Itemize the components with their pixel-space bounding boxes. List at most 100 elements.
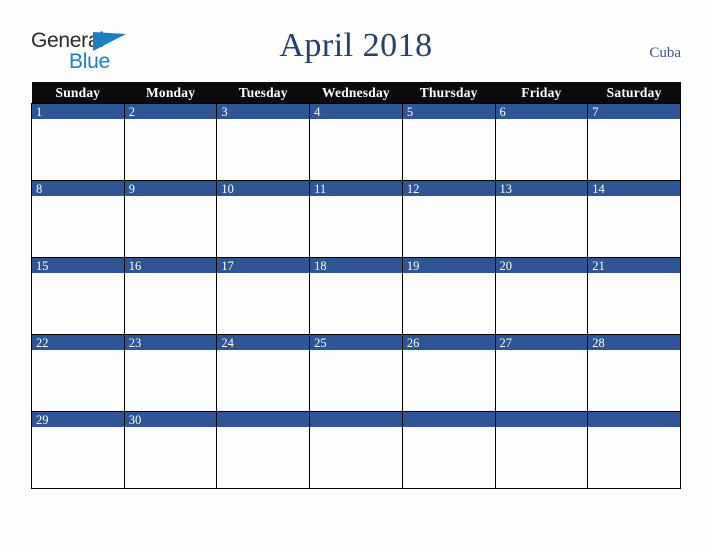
day-events-area[interactable]	[403, 119, 495, 179]
calendar-day-cell[interactable]: 19	[401, 257, 496, 335]
page-title: April 2018	[279, 27, 433, 64]
calendar-day-cell-empty[interactable]	[587, 411, 681, 489]
day-number: 13	[495, 181, 588, 196]
calendar-day-cell[interactable]: 1	[31, 103, 125, 181]
day-number: 14	[588, 181, 680, 196]
day-number: 12	[402, 181, 495, 196]
calendar-day-cell[interactable]: 24	[216, 334, 311, 412]
calendar-day-cell[interactable]: 8	[31, 180, 125, 258]
day-events-area[interactable]	[32, 119, 124, 179]
day-number: 16	[124, 258, 217, 273]
weekday-header-row: Sunday Monday Tuesday Wednesday Thursday…	[31, 82, 681, 104]
day-number	[402, 412, 495, 427]
calendar-day-cell[interactable]: 3	[216, 103, 311, 181]
calendar-day-cell[interactable]: 9	[123, 180, 218, 258]
day-number	[310, 412, 402, 427]
calendar-day-cell[interactable]: 27	[494, 334, 589, 412]
calendar-day-cell[interactable]: 17	[216, 257, 311, 335]
calendar-day-cell[interactable]: 12	[401, 180, 496, 258]
day-events-area[interactable]	[217, 273, 309, 333]
day-events-area[interactable]	[403, 427, 495, 487]
page-header: General Blue April 2018 Cuba	[0, 0, 712, 82]
day-events-area[interactable]	[125, 119, 217, 179]
day-events-area[interactable]	[496, 196, 588, 256]
calendar-day-cell-empty[interactable]	[216, 411, 311, 489]
day-events-area[interactable]	[32, 427, 124, 487]
calendar-day-cell[interactable]: 13	[494, 180, 589, 258]
day-events-area[interactable]	[588, 196, 680, 256]
calendar-day-cell[interactable]: 25	[309, 334, 403, 412]
calendar-day-cell[interactable]: 28	[587, 334, 681, 412]
day-events-area[interactable]	[588, 427, 680, 487]
day-events-area[interactable]	[403, 350, 495, 410]
calendar-day-cell[interactable]: 16	[123, 257, 218, 335]
day-number: 24	[217, 335, 310, 350]
day-number: 26	[402, 335, 495, 350]
day-number	[495, 412, 588, 427]
day-number: 19	[402, 258, 495, 273]
day-number: 4	[310, 104, 402, 119]
day-events-area[interactable]	[588, 273, 680, 333]
day-events-area[interactable]	[310, 427, 402, 487]
calendar-day-cell[interactable]: 30	[123, 411, 218, 489]
day-events-area[interactable]	[588, 350, 680, 410]
day-events-area[interactable]	[403, 196, 495, 256]
calendar-day-cell[interactable]: 20	[494, 257, 589, 335]
calendar-day-cell[interactable]: 14	[587, 180, 681, 258]
calendar-day-cell-empty[interactable]	[494, 411, 589, 489]
calendar-day-cell[interactable]: 5	[401, 103, 496, 181]
day-events-area[interactable]	[496, 119, 588, 179]
day-number: 3	[217, 104, 310, 119]
day-number: 17	[217, 258, 310, 273]
day-events-area[interactable]	[217, 196, 309, 256]
day-number: 7	[588, 104, 680, 119]
weekday-header-wednesday: Wednesday	[309, 82, 403, 104]
day-events-area[interactable]	[496, 427, 588, 487]
day-events-area[interactable]	[125, 350, 217, 410]
day-events-area[interactable]	[125, 196, 217, 256]
day-events-area[interactable]	[32, 350, 124, 410]
calendar-day-cell-empty[interactable]	[309, 411, 403, 489]
calendar-day-cell[interactable]: 21	[587, 257, 681, 335]
day-events-area[interactable]	[403, 273, 495, 333]
calendar-day-cell[interactable]: 22	[31, 334, 125, 412]
calendar-day-cell[interactable]: 29	[31, 411, 125, 489]
day-events-area[interactable]	[217, 119, 309, 179]
day-events-area[interactable]	[310, 350, 402, 410]
weekday-header-friday: Friday	[495, 82, 588, 104]
calendar-day-cell[interactable]: 23	[123, 334, 218, 412]
calendar-day-cell-empty[interactable]	[401, 411, 496, 489]
day-number: 5	[402, 104, 495, 119]
day-events-area[interactable]	[496, 273, 588, 333]
day-events-area[interactable]	[310, 196, 402, 256]
calendar-day-cell[interactable]: 10	[216, 180, 311, 258]
day-events-area[interactable]	[217, 427, 309, 487]
calendar-day-cell[interactable]: 18	[309, 257, 403, 335]
calendar-day-cell[interactable]: 6	[494, 103, 589, 181]
day-events-area[interactable]	[310, 119, 402, 179]
day-events-area[interactable]	[217, 350, 309, 410]
calendar-day-cell[interactable]: 26	[401, 334, 496, 412]
day-events-area[interactable]	[588, 119, 680, 179]
day-events-area[interactable]	[32, 196, 124, 256]
day-events-area[interactable]	[310, 273, 402, 333]
day-number	[588, 412, 680, 427]
calendar-day-cell[interactable]: 2	[123, 103, 218, 181]
day-events-area[interactable]	[496, 350, 588, 410]
day-number: 22	[32, 335, 124, 350]
day-events-area[interactable]	[125, 427, 217, 487]
month-calendar-table: Sunday Monday Tuesday Wednesday Thursday…	[31, 82, 681, 489]
calendar-day-cell[interactable]: 11	[309, 180, 403, 258]
day-number: 21	[588, 258, 680, 273]
calendar-day-cell[interactable]: 4	[309, 103, 403, 181]
day-number	[217, 412, 310, 427]
calendar-day-cell[interactable]: 7	[587, 103, 681, 181]
day-number: 25	[310, 335, 402, 350]
country-label: Cuba	[649, 45, 681, 61]
day-events-area[interactable]	[125, 273, 217, 333]
day-number: 8	[32, 181, 124, 196]
day-events-area[interactable]	[32, 273, 124, 333]
calendar-day-cell[interactable]: 15	[31, 257, 125, 335]
weekday-header-monday: Monday	[124, 82, 217, 104]
weekday-header-sunday: Sunday	[31, 82, 125, 104]
